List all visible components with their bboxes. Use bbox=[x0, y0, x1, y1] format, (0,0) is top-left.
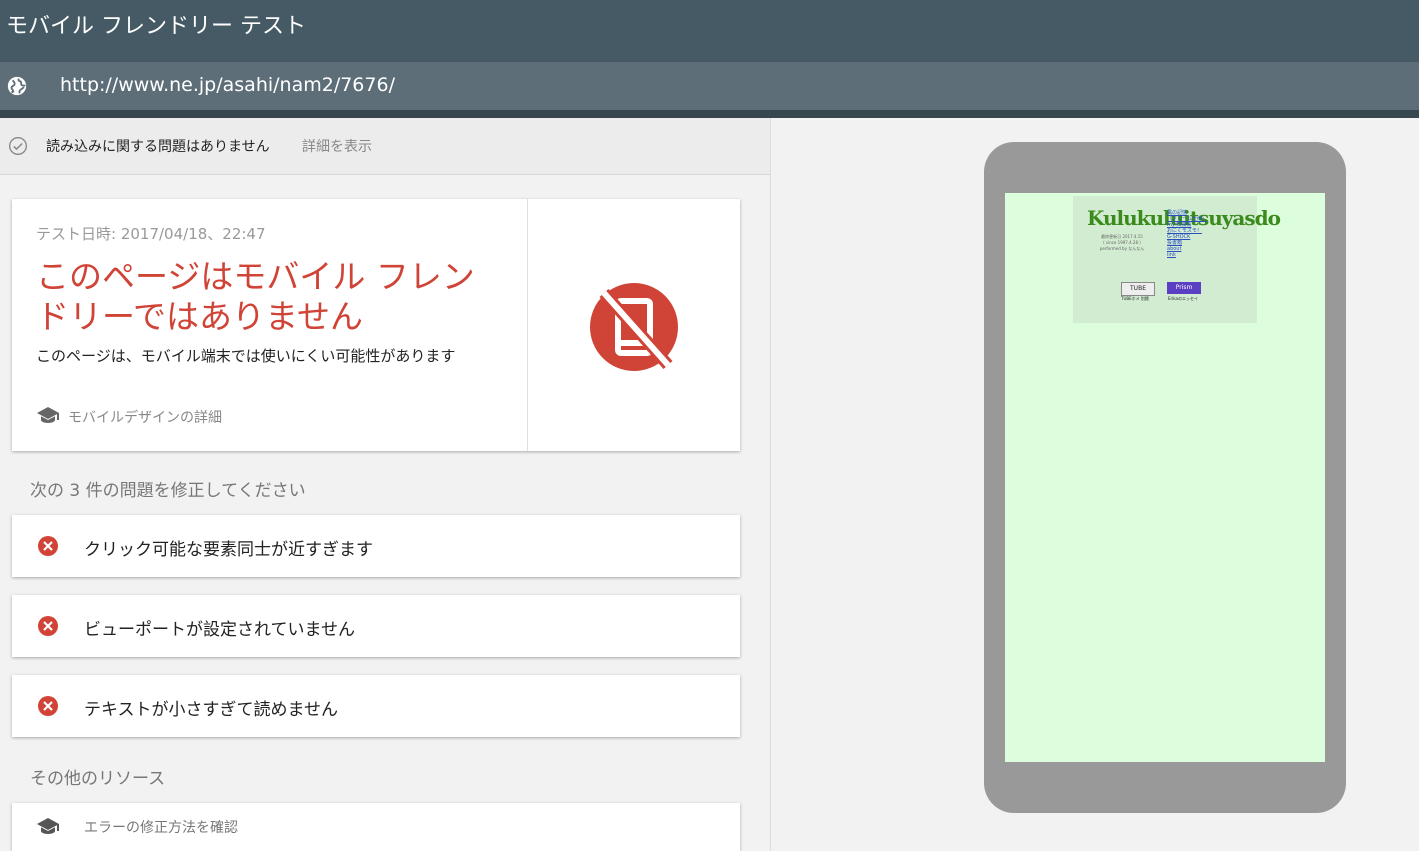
loading-status-row: 読み込みに関する問題はありません 詳細を表示 bbox=[0, 118, 770, 175]
resource-label: エラーの修正方法を確認 bbox=[84, 820, 238, 836]
resource-item[interactable]: エラーの修正方法を確認 bbox=[12, 803, 740, 851]
issue-label: ビューポートが設定されていません bbox=[84, 620, 355, 640]
issue-label: クリック可能な要素同士が近すぎます bbox=[84, 540, 373, 560]
results-pane: 読み込みに関する問題はありません 詳細を表示 テスト日時: 2017/04/18… bbox=[0, 118, 771, 851]
site-banner: Prism bbox=[1167, 282, 1201, 294]
result-heading: このページはモバイル フレンドリーではありません bbox=[36, 257, 475, 336]
toolbar-shadow bbox=[0, 110, 1419, 118]
graduation-cap-icon bbox=[37, 407, 59, 423]
banner-caption: TUBEホメ 別館 bbox=[1121, 296, 1149, 301]
issue-label: テキストが小さすぎて読めません bbox=[84, 700, 338, 720]
loading-status-label: 読み込みに関する問題はありません bbox=[46, 139, 270, 155]
check-circle-icon bbox=[9, 137, 27, 155]
error-icon bbox=[38, 696, 58, 716]
resources-title: その他のリソース bbox=[30, 769, 166, 789]
issue-item[interactable]: ビューポートが設定されていません bbox=[12, 595, 740, 657]
not-mobile-friendly-icon bbox=[590, 283, 678, 371]
site-meta: 最終更新日 2017.4.15 ( since 1997.4.28 ) perf… bbox=[1099, 234, 1145, 251]
result-card: テスト日時: 2017/04/18、22:47 このページはモバイル フレンドリ… bbox=[12, 199, 740, 451]
url-bar[interactable]: http://www.ne.jp/asahi/nam2/7676/ bbox=[0, 62, 1419, 110]
app-title: モバイル フレンドリー テスト bbox=[6, 14, 306, 39]
issue-item[interactable]: クリック可能な要素同士が近すぎます bbox=[12, 515, 740, 577]
show-details-link[interactable]: 詳細を表示 bbox=[302, 136, 372, 156]
banner-caption: Erikaのエッセイ bbox=[1168, 296, 1198, 301]
issue-item[interactable]: テキストが小さすぎて読めません bbox=[12, 675, 740, 737]
globe-icon bbox=[7, 76, 27, 96]
issues-title: 次の 3 件の問題を修正してください bbox=[30, 481, 306, 501]
graduation-cap-icon bbox=[37, 818, 59, 834]
url-text[interactable]: http://www.ne.jp/asahi/nam2/7676/ bbox=[60, 74, 395, 96]
site-preview: Kulukuluitsuyasdo 最終更新日 2017.4.15 ( sinc… bbox=[1073, 196, 1281, 323]
result-subtext: このページは、モバイル端末では使いにくい可能性があります bbox=[36, 347, 456, 365]
error-icon bbox=[38, 536, 58, 556]
site-banner: TUBE bbox=[1121, 282, 1155, 296]
error-icon bbox=[38, 616, 58, 636]
site-links: 風の記憶 （フレーム仕様） my 知識帳 おにくモスモ！ G-SHOCK 投書箱… bbox=[1167, 210, 1207, 258]
card-divider bbox=[527, 199, 528, 451]
mobile-design-link[interactable]: モバイルデザインの詳細 bbox=[68, 407, 222, 427]
test-date: テスト日時: 2017/04/18、22:47 bbox=[36, 225, 266, 243]
app-bar: モバイル フレンドリー テスト bbox=[0, 0, 1419, 62]
